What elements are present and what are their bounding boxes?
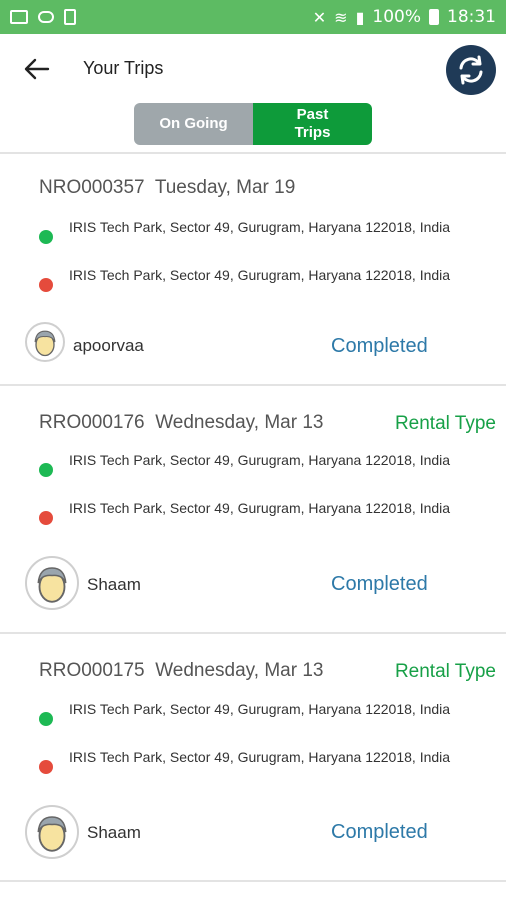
trip-id: RRO000176 <box>39 412 145 433</box>
driver-name: Shaam <box>87 823 141 842</box>
wifi-icon: ≋ <box>334 7 348 27</box>
trip-date: Wednesday, Mar 13 <box>155 660 324 681</box>
red-dot-icon <box>39 511 53 525</box>
drop-address: IRIS Tech Park, Sector 49, Gurugram, Har… <box>69 500 451 516</box>
trip-date: Wednesday, Mar 13 <box>155 412 324 433</box>
trip-header: RRO000176 Wednesday, Mar 13 <box>39 412 323 434</box>
driver-name: Shaam <box>87 575 141 594</box>
page-title: Your Trips <box>83 58 164 78</box>
green-dot-icon <box>39 230 53 244</box>
trip-id: RRO000175 <box>39 660 145 681</box>
status-icons-left <box>10 9 76 25</box>
user-avatar-icon <box>25 322 65 362</box>
file-notification-icon <box>64 9 76 25</box>
user-avatar-icon <box>25 805 79 859</box>
tab-past-trips[interactable]: Past Trips <box>253 103 372 145</box>
driver-name: apoorvaa <box>73 336 144 355</box>
trip-card[interactable]: RRO000176 Wednesday, Mar 13 Rental Type … <box>0 386 506 632</box>
trip-status: Completed <box>331 335 428 357</box>
rental-type-label: Rental Type <box>394 661 496 682</box>
trip-id: NRO000357 <box>39 177 145 198</box>
red-dot-icon <box>39 278 53 292</box>
pickup-address: IRIS Tech Park, Sector 49, Gurugram, Har… <box>69 701 451 717</box>
mute-icon: ✕ <box>312 7 327 27</box>
trip-header: NRO000357 Tuesday, Mar 19 <box>39 177 295 199</box>
refresh-icon <box>459 55 483 85</box>
trip-status: Completed <box>331 573 428 595</box>
link-notification-icon <box>38 11 54 23</box>
tab-on-going[interactable]: On Going <box>134 103 253 145</box>
status-icons-right: ✕ ≋ ▮ 100% 18:31 <box>313 7 496 27</box>
battery-percent: 100% <box>372 7 421 27</box>
rental-type-label: Rental Type <box>394 413 496 434</box>
image-notification-icon <box>10 10 28 24</box>
tab-past-trips-label: Past Trips <box>294 106 331 141</box>
arrow-left-icon <box>24 58 50 80</box>
trip-card[interactable]: NRO000357 Tuesday, Mar 19 IRIS Tech Park… <box>0 154 506 384</box>
pickup-address: IRIS Tech Park, Sector 49, Gurugram, Har… <box>69 452 451 468</box>
trip-list: NRO000357 Tuesday, Mar 19 IRIS Tech Park… <box>0 152 506 882</box>
trip-card[interactable]: RRO000175 Wednesday, Mar 13 Rental Type … <box>0 634 506 880</box>
red-dot-icon <box>39 760 53 774</box>
clock: 18:31 <box>447 7 496 27</box>
green-dot-icon <box>39 463 53 477</box>
refresh-button[interactable] <box>446 45 496 95</box>
user-avatar-icon <box>25 556 79 610</box>
signal-icon: ▮ <box>355 7 365 27</box>
drop-address: IRIS Tech Park, Sector 49, Gurugram, Har… <box>69 267 451 283</box>
trip-header: RRO000175 Wednesday, Mar 13 <box>39 660 323 682</box>
back-button[interactable] <box>20 52 54 86</box>
trip-tabs: On Going Past Trips <box>134 103 372 145</box>
divider <box>0 880 506 882</box>
drop-address: IRIS Tech Park, Sector 49, Gurugram, Har… <box>69 749 451 765</box>
battery-icon <box>429 9 439 25</box>
trip-date: Tuesday, Mar 19 <box>154 177 296 198</box>
pickup-address: IRIS Tech Park, Sector 49, Gurugram, Har… <box>69 219 451 235</box>
green-dot-icon <box>39 712 53 726</box>
trip-status: Completed <box>331 821 428 843</box>
app-header: Your Trips <box>0 34 506 104</box>
status-bar: ✕ ≋ ▮ 100% 18:31 <box>0 0 506 34</box>
